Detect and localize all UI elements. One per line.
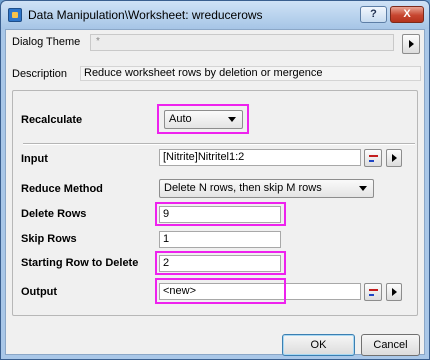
title-bar[interactable]: Data Manipulation\Worksheet: wreducerows… xyxy=(1,1,429,29)
output-select-range-button[interactable] xyxy=(364,283,382,301)
separator-highlight xyxy=(23,144,415,145)
range-select-icon xyxy=(369,289,378,291)
recalculate-value: Auto xyxy=(169,113,192,125)
output-label: Output xyxy=(21,286,58,298)
cancel-button[interactable]: Cancel xyxy=(361,334,420,356)
theme-combo[interactable]: * xyxy=(90,34,394,51)
theme-menu-button[interactable] xyxy=(402,34,420,54)
input-select-range-button[interactable] xyxy=(364,149,382,167)
description-label: Description xyxy=(12,68,68,80)
app-icon xyxy=(8,8,22,22)
theme-label: Dialog Theme xyxy=(12,36,81,48)
input-label: Input xyxy=(21,153,48,165)
skip-rows-label: Skip Rows xyxy=(21,233,77,245)
reduce-method-combo[interactable]: Delete N rows, then skip M rows xyxy=(159,179,374,198)
delete-rows-field[interactable]: 9 xyxy=(159,206,281,223)
description-text: Reduce worksheet rows by deletion or mer… xyxy=(80,66,421,81)
ok-button[interactable]: OK xyxy=(282,334,355,356)
range-select-icon xyxy=(369,155,378,157)
help-button[interactable]: ? xyxy=(360,6,387,23)
output-menu-button[interactable] xyxy=(386,283,402,301)
close-button[interactable]: X xyxy=(390,6,424,23)
reduce-method-value: Delete N rows, then skip M rows xyxy=(164,182,322,194)
input-field[interactable]: [Nitrite]Nitritel1:2 xyxy=(159,149,361,166)
reduce-method-label: Reduce Method xyxy=(21,183,103,195)
output-field[interactable]: <new> xyxy=(159,283,361,300)
arrow-right-icon xyxy=(391,288,397,296)
starting-row-field[interactable]: 2 xyxy=(159,255,281,272)
skip-rows-field[interactable]: 1 xyxy=(159,231,281,248)
window-title: Data Manipulation\Worksheet: wreducerows xyxy=(28,8,263,22)
arrow-right-icon xyxy=(391,154,397,162)
input-menu-button[interactable] xyxy=(386,149,402,167)
dialog-body: Dialog Theme * Description Reduce worksh… xyxy=(5,29,425,356)
arrow-right-icon xyxy=(408,40,414,48)
settings-group: Recalculate Auto Input [Nitrite]Nitritel… xyxy=(12,90,418,316)
starting-row-label: Starting Row to Delete xyxy=(21,257,139,269)
chevron-down-icon xyxy=(228,117,236,122)
recalculate-label: Recalculate xyxy=(21,114,83,126)
recalculate-combo[interactable]: Auto xyxy=(164,110,243,129)
dialog-window: Data Manipulation\Worksheet: wreducerows… xyxy=(0,0,430,360)
chevron-down-icon xyxy=(359,186,367,191)
delete-rows-label: Delete Rows xyxy=(21,208,87,220)
